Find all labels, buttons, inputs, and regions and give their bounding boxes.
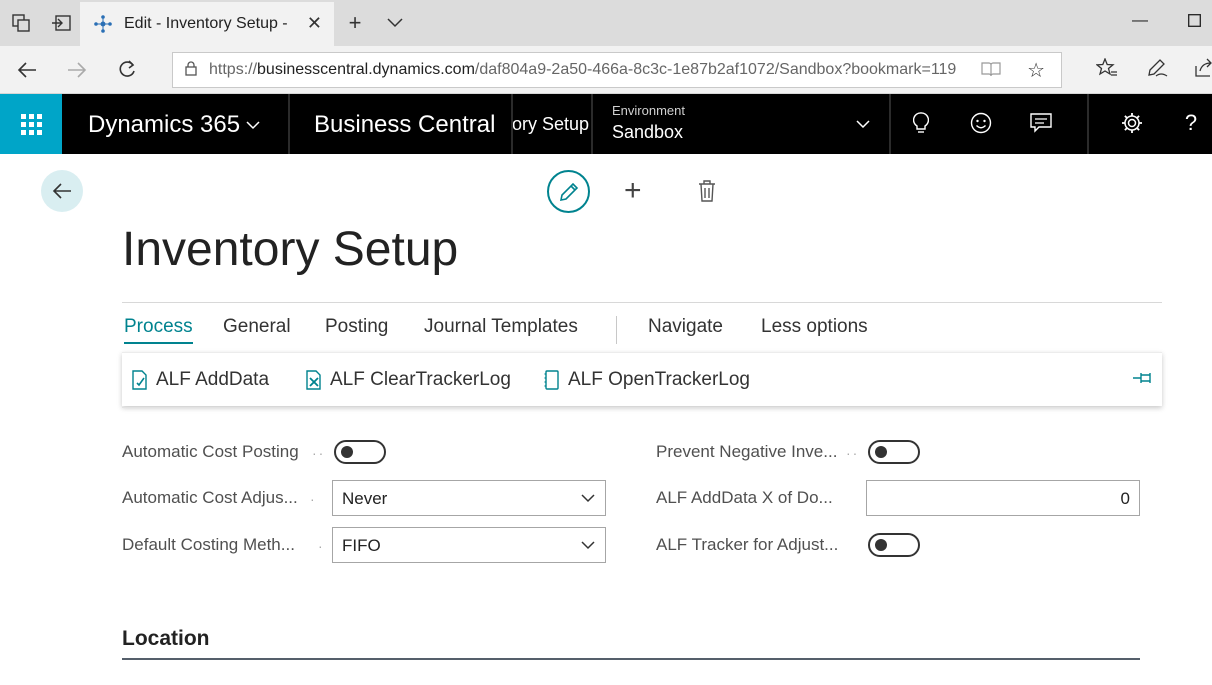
lightbulb-icon[interactable]	[908, 110, 934, 136]
automatic-cost-adjustment-field: Automatic Cost Adjus... · Never	[122, 480, 606, 516]
app-launcher-waffle-icon[interactable]	[0, 94, 62, 154]
url-field[interactable]: https://businesscentral.dynamics.com/daf…	[172, 52, 1062, 88]
settings-gear-icon[interactable]	[1119, 110, 1145, 136]
environment-label: Environment	[612, 103, 685, 118]
label-dots: ··	[312, 445, 326, 461]
location-section-title[interactable]: Location	[122, 627, 210, 651]
set-tabs-aside-icon[interactable]	[50, 12, 72, 34]
browser-forward-icon[interactable]	[64, 57, 90, 83]
environment-value[interactable]: Sandbox	[612, 122, 683, 143]
app-bar-divider	[288, 94, 290, 154]
label-dots: ·	[310, 491, 317, 507]
default-costing-method-select[interactable]: FIFO	[332, 527, 606, 563]
pencil-icon	[559, 182, 578, 201]
app-bar: Dynamics 365 Business Central Inventory …	[0, 94, 1212, 154]
tab-posting[interactable]: Posting	[325, 316, 388, 342]
field-label: Default Costing Meth...	[122, 535, 295, 554]
edit-button[interactable]	[547, 170, 590, 213]
app-bar-divider	[591, 94, 593, 154]
smiley-feedback-icon[interactable]	[968, 110, 994, 136]
field-label: Automatic Cost Posting	[122, 442, 299, 461]
default-costing-method-field: Default Costing Meth... · FIFO	[122, 527, 606, 563]
alf-tracker-toggle[interactable]	[868, 533, 920, 557]
prevent-negative-inventory-field: Prevent Negative Inve... ··	[656, 434, 926, 470]
tab-list-chevron-icon[interactable]	[384, 12, 406, 34]
pin-icon[interactable]	[1132, 371, 1154, 390]
action-panel: ALF AddData ALF ClearTrackerLog ALF Open…	[122, 352, 1162, 406]
tab-title: Edit - Inventory Setup -	[124, 15, 288, 32]
environment-chevron-down-icon[interactable]	[856, 113, 870, 134]
url-text: https://businesscentral.dynamics.com/daf…	[209, 61, 957, 78]
page-title: Inventory Setup	[122, 223, 459, 276]
favorites-list-icon[interactable]	[1095, 57, 1118, 83]
browser-back-icon[interactable]	[14, 57, 40, 83]
alf-adddata-x-field: ALF AddData X of Do... 0	[656, 480, 1140, 516]
tab-process[interactable]: Process	[124, 316, 193, 344]
lock-icon	[173, 61, 209, 79]
new-plus-icon[interactable]: +	[624, 176, 642, 206]
chat-message-icon[interactable]	[1028, 110, 1054, 136]
section-divider	[122, 658, 1140, 660]
app-bar-divider	[889, 94, 891, 154]
select-value: FIFO	[342, 536, 381, 555]
browser-address-bar: https://businesscentral.dynamics.com/daf…	[0, 46, 1212, 94]
alf-opentrackerlog-action[interactable]: ALF OpenTrackerLog	[542, 369, 750, 391]
app-bar-divider	[1087, 94, 1089, 154]
browser-refresh-icon[interactable]	[114, 57, 140, 83]
field-label: ALF AddData X of Do...	[656, 488, 833, 507]
alf-cleartrackerlog-action[interactable]: ALF ClearTrackerLog	[304, 369, 511, 391]
field-label: ALF Tracker for Adjust...	[656, 535, 839, 554]
alf-adddata-action[interactable]: ALF AddData	[130, 369, 269, 391]
clear-log-icon	[304, 370, 324, 390]
tab-navigate[interactable]: Navigate	[648, 316, 723, 342]
automatic-cost-posting-toggle[interactable]	[334, 440, 386, 464]
select-value: Never	[342, 489, 388, 508]
help-question-icon[interactable]: ?	[1178, 110, 1204, 136]
share-icon[interactable]	[1194, 58, 1212, 83]
tab-actions-icon[interactable]	[10, 12, 32, 34]
maximize-window-icon[interactable]	[1188, 14, 1201, 32]
add-data-icon	[130, 370, 150, 390]
pen-notes-icon[interactable]	[1146, 58, 1168, 83]
tab-journal-templates[interactable]: Journal Templates	[424, 316, 578, 342]
app-name[interactable]: Business Central	[314, 111, 495, 139]
input-value: 0	[1120, 489, 1130, 508]
alf-adddata-x-input[interactable]: 0	[866, 480, 1140, 516]
action-label: ALF ClearTrackerLog	[330, 369, 511, 390]
tab-divider	[616, 316, 617, 344]
chevron-down-icon	[581, 490, 595, 508]
action-label: ALF OpenTrackerLog	[568, 369, 750, 390]
field-label: Automatic Cost Adjus...	[122, 488, 298, 507]
automatic-cost-adjustment-select[interactable]: Never	[332, 480, 606, 516]
prevent-negative-inventory-toggle[interactable]	[868, 440, 920, 464]
label-dots: ·	[318, 538, 325, 554]
favorite-star-icon[interactable]: ☆	[1027, 58, 1045, 83]
new-tab-icon[interactable]: +	[344, 10, 366, 35]
alf-tracker-field: ALF Tracker for Adjust...	[656, 527, 926, 563]
less-options-link[interactable]: Less options	[761, 316, 868, 342]
arrow-left-icon	[52, 183, 71, 199]
field-label: Prevent Negative Inve...	[656, 442, 838, 461]
close-tab-icon[interactable]: ✕	[307, 13, 322, 34]
open-log-icon	[542, 370, 562, 390]
chevron-down-icon	[581, 537, 595, 555]
product-name[interactable]: Dynamics 365	[88, 111, 240, 139]
action-label: ALF AddData	[156, 369, 270, 390]
reading-view-icon[interactable]	[981, 61, 1001, 82]
tab-general[interactable]: General	[223, 316, 291, 342]
automatic-cost-posting-field: Automatic Cost Posting ··	[122, 434, 392, 470]
delete-trash-icon[interactable]	[696, 178, 718, 204]
label-dots: ··	[846, 445, 860, 461]
chevron-down-icon[interactable]	[246, 114, 260, 135]
browser-tab[interactable]: Edit - Inventory Setup - ✕	[80, 2, 334, 46]
title-divider	[122, 302, 1162, 303]
browser-tab-bar: Edit - Inventory Setup - ✕ + —	[0, 0, 1212, 46]
back-button[interactable]	[41, 170, 83, 212]
minimize-window-icon[interactable]: —	[1132, 12, 1148, 30]
breadcrumb[interactable]: Inventory Setup	[513, 114, 589, 135]
panel-divider	[122, 407, 1140, 408]
business-central-favicon-icon	[92, 13, 114, 35]
